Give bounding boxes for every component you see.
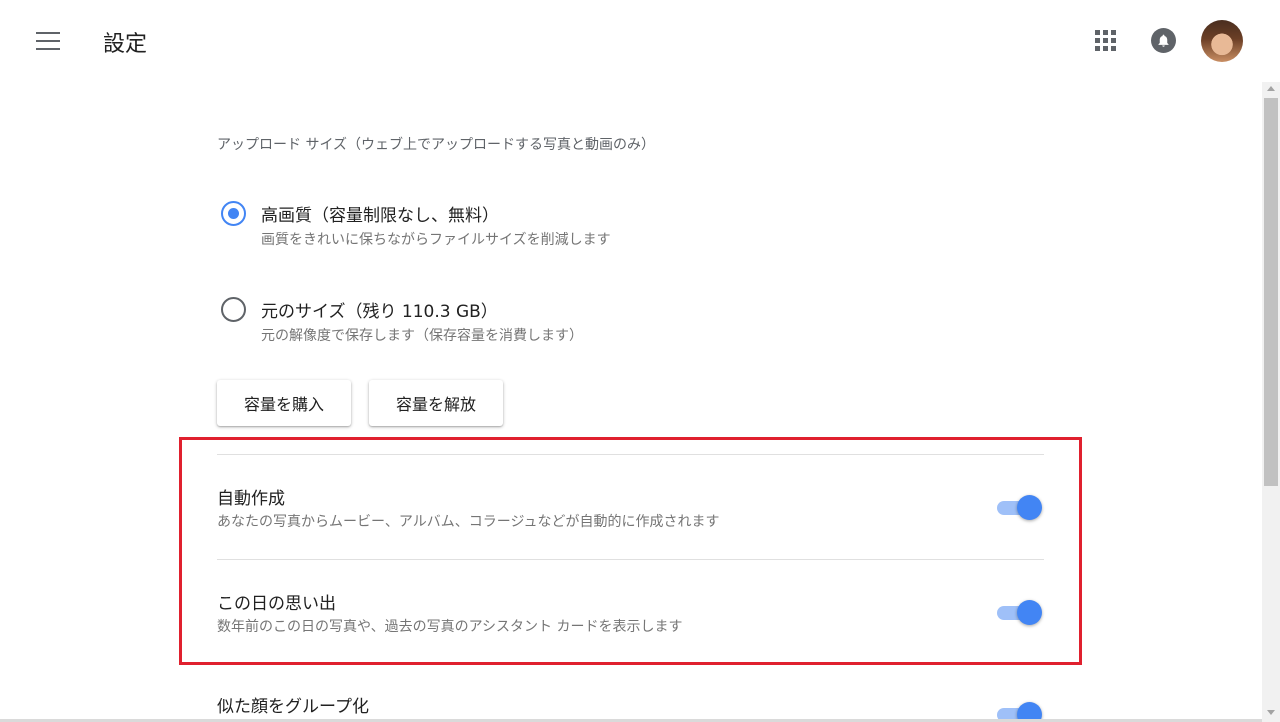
- scroll-down-arrow-icon[interactable]: [1267, 710, 1275, 715]
- scroll-up-arrow-icon[interactable]: [1267, 86, 1275, 91]
- radio-title: 高画質（容量制限なし、無料）: [261, 206, 499, 226]
- buy-storage-button[interactable]: 容量を購入: [217, 380, 351, 426]
- radio-description: 画質をきれいに保ちながらファイルサイズを削減します: [261, 232, 611, 248]
- avatar[interactable]: [1201, 20, 1243, 62]
- toggle-memories[interactable]: [995, 599, 1045, 625]
- radio-button-checked[interactable]: [221, 201, 246, 226]
- setting-description-memories: 数年前のこの日の写真や、過去の写真のアシスタント カードを表示します: [217, 619, 683, 635]
- setting-title-face-grouping: 似た顔をグループ化: [217, 697, 369, 717]
- page-title: 設定: [103, 32, 148, 57]
- divider: [217, 559, 1044, 560]
- setting-title-memories: この日の思い出: [217, 594, 336, 614]
- setting-description-auto-create: あなたの写真からムービー、アルバム、コラージュなどが自動的に作成されます: [217, 514, 720, 530]
- free-storage-button[interactable]: 容量を解放: [369, 380, 503, 426]
- menu-icon[interactable]: [36, 32, 60, 50]
- toggle-thumb: [1017, 495, 1042, 520]
- vertical-scrollbar[interactable]: [1262, 82, 1280, 722]
- setting-title-auto-create: 自動作成: [217, 489, 285, 509]
- toggle-thumb: [1017, 600, 1042, 625]
- top-app-bar: 設定: [0, 0, 1280, 80]
- upload-size-label: アップロード サイズ（ウェブ上でアップロードする写真と動画のみ）: [217, 137, 656, 153]
- radio-button-unchecked[interactable]: [221, 297, 246, 322]
- scrollbar-thumb[interactable]: [1264, 98, 1278, 486]
- notification-bell-icon[interactable]: [1151, 28, 1176, 53]
- radio-title: 元のサイズ（残り 110.3 GB）: [261, 302, 498, 322]
- divider: [217, 454, 1044, 455]
- toggle-auto-create[interactable]: [995, 494, 1045, 520]
- apps-grid-icon[interactable]: [1095, 30, 1117, 52]
- radio-description: 元の解像度で保存します（保存容量を消費します）: [261, 328, 583, 344]
